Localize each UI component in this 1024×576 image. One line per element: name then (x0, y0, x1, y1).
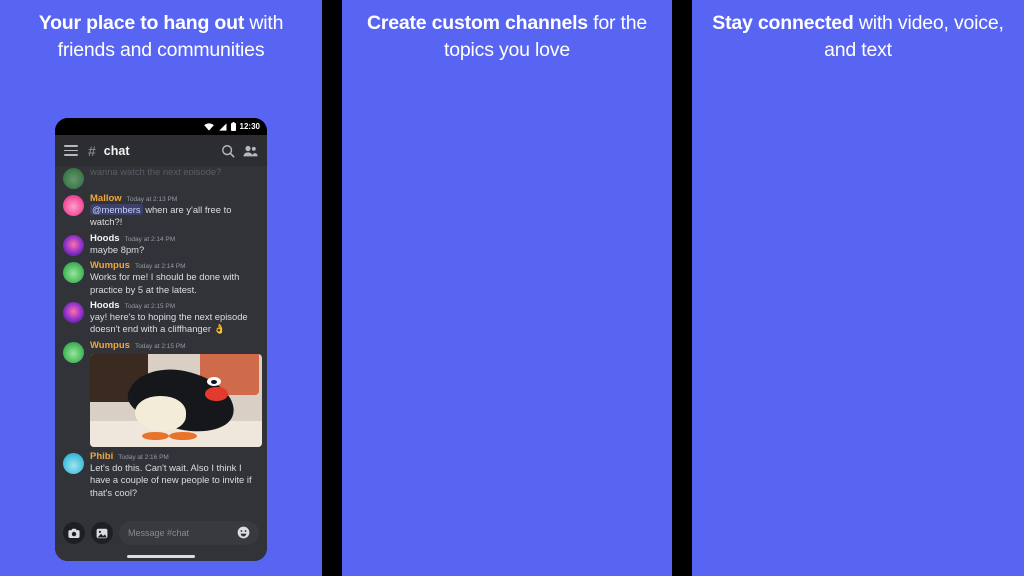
message-image-pingu[interactable] (90, 353, 262, 447)
promo-panel-1: Your place to hang out with friends and … (0, 0, 322, 576)
message-text: yay! here's to hoping the next episode d… (90, 311, 248, 335)
mention-chip[interactable]: @members (90, 204, 143, 215)
signal-icon (218, 122, 227, 131)
channel-title: chat (103, 143, 130, 158)
android-gesture-bar (55, 552, 267, 561)
message-row-cut: wanna watch the next episode? (55, 166, 267, 190)
message-text: Works for me! I should be done with prac… (90, 271, 240, 295)
avatar[interactable] (63, 452, 84, 474)
message-timestamp: Today at 2:14 PM (124, 235, 176, 243)
phone-mockup-chat: 12:30 # chat wanna watch the next episod… (55, 118, 267, 561)
panel-divider-1 (322, 0, 342, 576)
message-composer: Message #chat (55, 514, 267, 552)
message-text: Let's do this. Can't wait. Also I think … (90, 461, 252, 498)
message-timestamp: Today at 2:15 PM (134, 342, 186, 350)
message-input[interactable]: Message #chat (119, 521, 259, 545)
battery-icon (230, 122, 236, 131)
panel-divider-2 (672, 0, 692, 576)
members-icon[interactable] (243, 144, 258, 158)
avatar[interactable] (63, 302, 84, 324)
chat-header: # chat (55, 135, 267, 166)
avatar[interactable] (63, 195, 84, 216)
message-row: Phibi Today at 2:16 PM Let's do this. Ca… (55, 448, 267, 500)
chat-screen: # chat wanna watch the next episode? Mal… (55, 135, 267, 561)
message-author[interactable]: Phibi (90, 451, 113, 462)
message-row: Wumpus Today at 2:14 PM Works for me! I … (55, 257, 267, 297)
panel-1-headline: Your place to hang out with friends and … (0, 10, 322, 64)
message-author[interactable]: Mallow (90, 193, 122, 204)
avatar[interactable] (63, 341, 84, 363)
panel-2-headline: Create custom channels for the topics yo… (342, 10, 672, 64)
message-row: Hoods Today at 2:15 PM yay! here's to ho… (55, 297, 267, 337)
wifi-icon (203, 122, 214, 131)
hamburger-menu-icon[interactable] (64, 145, 78, 156)
panel-1-headline-bold: Your place to hang out (38, 12, 245, 34)
message-text: @members when are y'all free to watch?! (90, 204, 259, 229)
message-text: wanna watch the next episode? (90, 166, 222, 175)
message-author[interactable]: Wumpus (90, 260, 130, 271)
message-list[interactable]: wanna watch the next episode? Mallow Tod… (55, 166, 267, 514)
avatar[interactable] (63, 234, 84, 256)
camera-icon[interactable] (63, 522, 85, 544)
message-text: maybe 8pm? (90, 243, 145, 255)
channel-hash-icon: # (88, 142, 96, 159)
panel-3-headline-bold: Stay connected (712, 12, 854, 34)
avatar (63, 168, 84, 189)
message-timestamp: Today at 2:13 PM (126, 196, 178, 203)
panel-3-headline: Stay connected with video, voice, and te… (692, 10, 1024, 64)
panel-2-headline-bold: Create custom channels (366, 12, 588, 34)
search-icon[interactable] (221, 144, 235, 158)
message-timestamp: Today at 2:16 PM (118, 453, 169, 461)
status-time-1: 12:30 (239, 122, 260, 131)
message-timestamp: Today at 2:14 PM (134, 263, 186, 271)
message-row: Mallow Today at 2:13 PM @members when ar… (55, 190, 267, 230)
message-timestamp: Today at 2:15 PM (124, 303, 176, 311)
promo-panel-2: Create custom channels for the topics yo… (342, 0, 672, 576)
emoji-icon[interactable] (237, 526, 250, 541)
avatar[interactable] (63, 262, 84, 284)
message-input-placeholder: Message #chat (128, 528, 190, 538)
image-icon[interactable] (91, 522, 113, 544)
message-row: Hoods Today at 2:14 PM maybe 8pm? (55, 230, 267, 257)
message-author[interactable]: Hoods (90, 233, 120, 244)
message-author[interactable]: Wumpus (90, 340, 130, 351)
screenshot-stage: Your place to hang out with friends and … (0, 0, 1024, 576)
message-row: Wumpus Today at 2:15 PM (55, 337, 267, 448)
status-bar-1: 12:30 (55, 118, 267, 135)
promo-panel-3: Stay connected with video, voice, and te… (692, 0, 1024, 576)
message-author[interactable]: Hoods (90, 300, 120, 311)
